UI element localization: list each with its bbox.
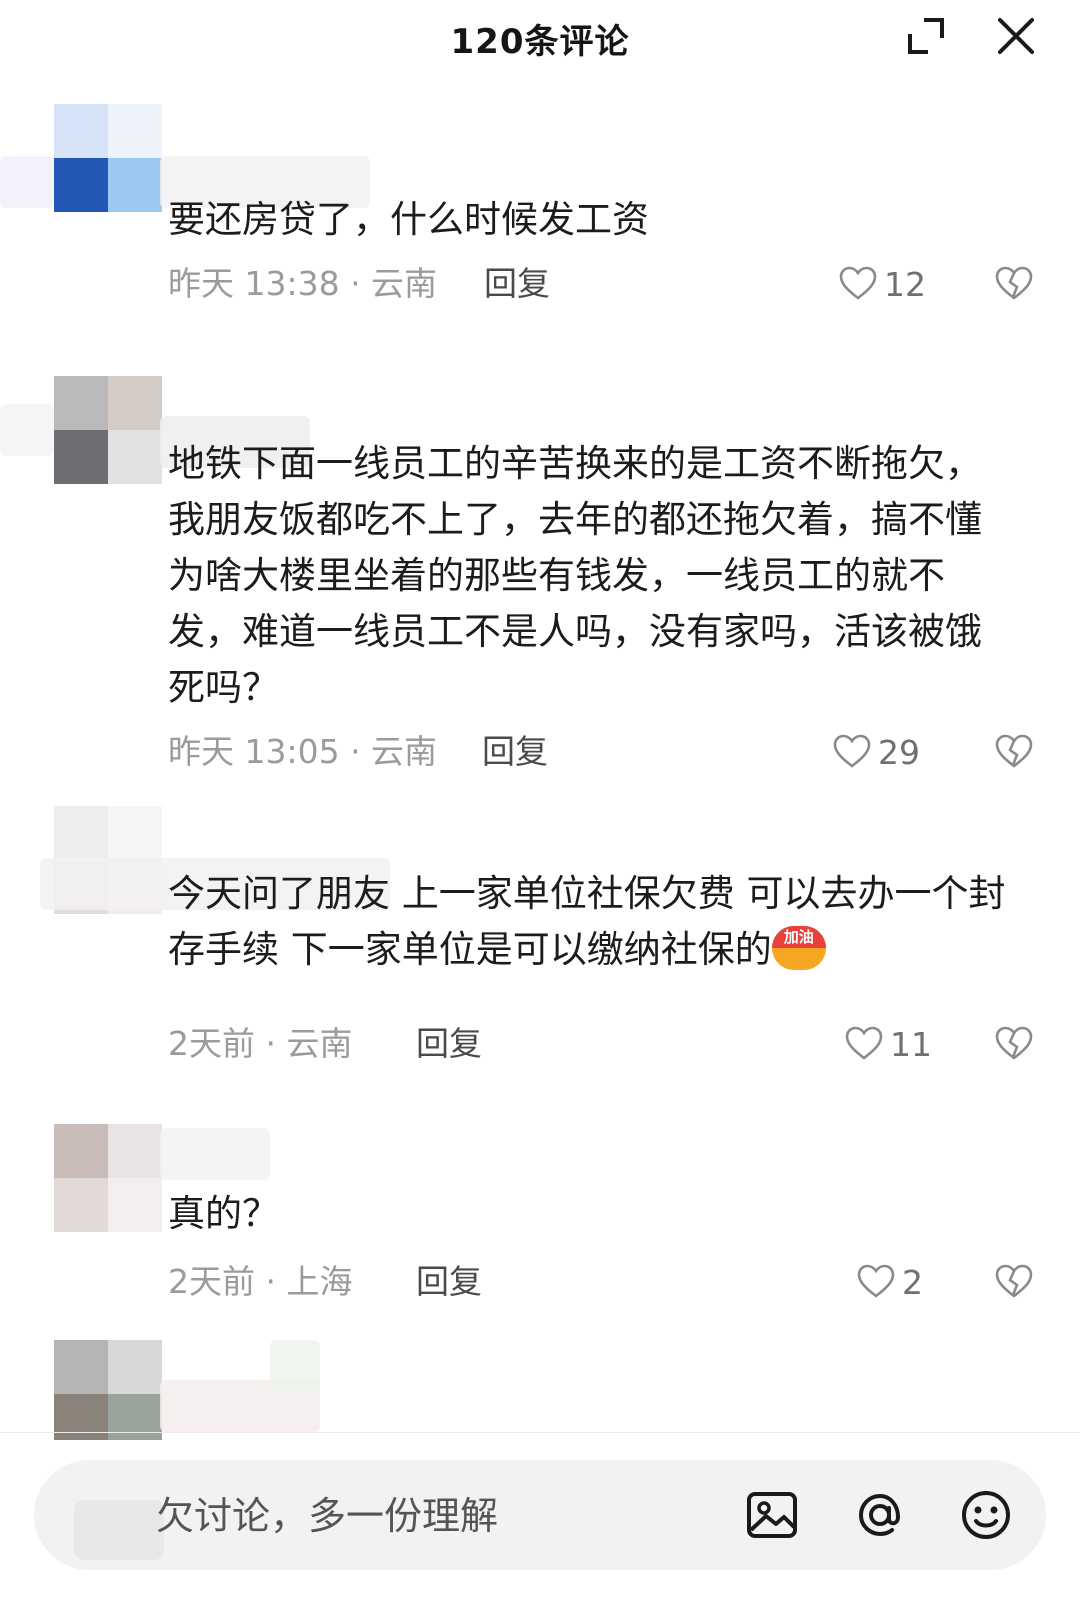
reply-button[interactable]: 回复 (484, 262, 550, 306)
comment-item (0, 1340, 1080, 1440)
like-button[interactable]: 11 (844, 1022, 932, 1066)
comment-item: 要还房贷了，什么时候发工资 昨天 13:38 · 云南 回复 12 (0, 104, 1080, 324)
comment-input-bar (34, 1460, 1046, 1570)
cheer-sticker: 加油 (771, 926, 826, 970)
like-count: 2 (902, 1262, 923, 1302)
comment-meta: 2天前 · 云南 (168, 1024, 353, 1063)
reply-button[interactable]: 回复 (416, 1022, 482, 1066)
username-blur (0, 156, 54, 208)
comments-header: 120条评论 (0, 0, 1080, 72)
like-button[interactable]: 29 (832, 730, 920, 774)
emoji-icon[interactable] (958, 1487, 1014, 1543)
heart-icon (839, 266, 877, 300)
input-avatar-blur (74, 1500, 164, 1560)
heart-icon (857, 1264, 895, 1298)
comment-item: 地铁下面一线员工的辛苦换来的是工资不断拖欠，我朋友饭都吃不上了，去年的都还拖欠着… (0, 376, 1080, 776)
expand-icon[interactable] (904, 14, 948, 58)
comment-meta: 昨天 13:38 · 云南 (168, 264, 438, 303)
avatar[interactable] (54, 1124, 162, 1232)
reply-button[interactable]: 回复 (416, 1260, 482, 1304)
like-button[interactable]: 2 (856, 1260, 923, 1304)
comment-item: 真的？ 2天前 · 上海 回复 2 (0, 1124, 1080, 1314)
comment-input[interactable] (154, 1487, 718, 1545)
avatar[interactable] (54, 1340, 162, 1440)
divider (0, 1432, 1080, 1433)
comment-text: 今天问了朋友 上一家单位社保欠费 可以去办一个封存手续 下一家单位是可以缴纳社保… (168, 872, 1006, 971)
broken-heart-icon[interactable] (994, 264, 1034, 304)
like-count: 29 (878, 732, 920, 772)
at-mention-icon[interactable] (852, 1487, 908, 1543)
broken-heart-icon[interactable] (994, 1262, 1034, 1302)
heart-icon (845, 1026, 883, 1060)
avatar[interactable] (54, 376, 162, 484)
username-blur (160, 1128, 270, 1180)
comment-meta: 昨天 13:05 · 云南 (168, 732, 438, 771)
like-count: 11 (890, 1024, 932, 1064)
comment-text: 地铁下面一线员工的辛苦换来的是工资不断拖欠，我朋友饭都吃不上了，去年的都还拖欠着… (168, 442, 982, 709)
username-blur (270, 1340, 320, 1392)
comment-meta: 2天前 · 上海 (168, 1262, 353, 1301)
avatar[interactable] (54, 104, 162, 212)
heart-icon (833, 734, 871, 768)
broken-heart-icon[interactable] (994, 732, 1034, 772)
username-blur (0, 404, 54, 456)
close-icon[interactable] (994, 14, 1038, 58)
comment-text: 真的？ (168, 1192, 279, 1235)
image-icon[interactable] (744, 1487, 800, 1543)
comment-text: 要还房贷了，什么时候发工资 (168, 198, 649, 241)
like-count: 12 (884, 264, 926, 304)
reply-button[interactable]: 回复 (482, 730, 548, 774)
broken-heart-icon[interactable] (994, 1024, 1034, 1064)
like-button[interactable]: 12 (838, 262, 926, 306)
comment-item: 今天问了朋友 上一家单位社保欠费 可以去办一个封存手续 下一家单位是可以缴纳社保… (0, 806, 1080, 1076)
